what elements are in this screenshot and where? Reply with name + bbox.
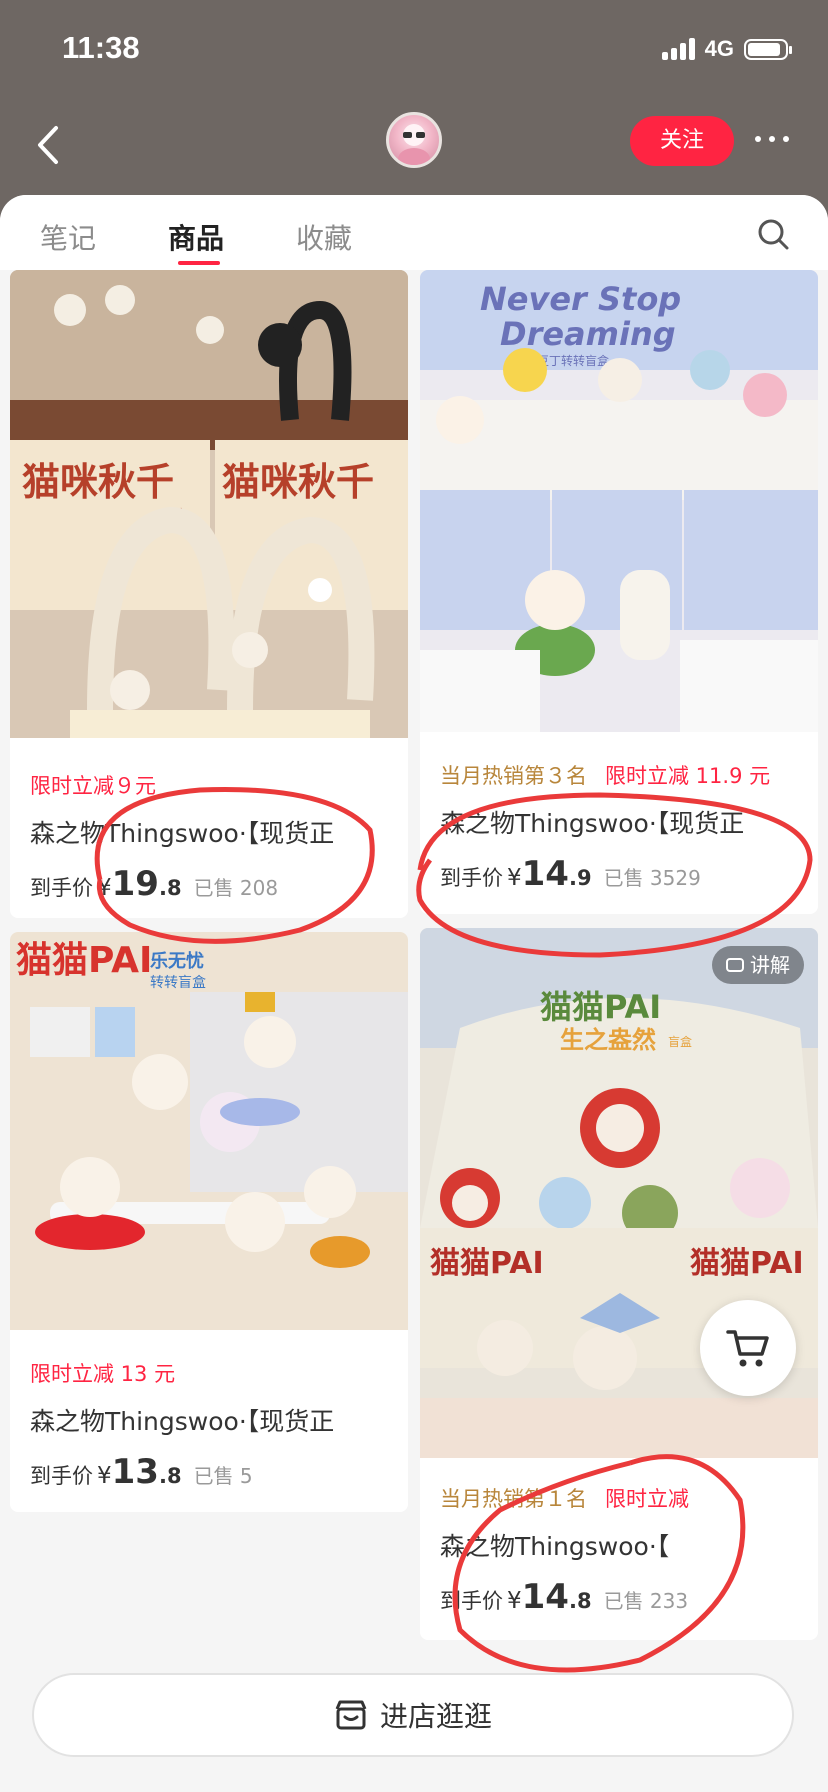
visit-store-button[interactable]: 进店逛逛 bbox=[32, 1673, 794, 1757]
tab-favorites[interactable]: 收藏 bbox=[296, 217, 352, 257]
price-row: 到手价 ¥19.8 已售 208 bbox=[30, 864, 279, 904]
store-icon bbox=[335, 1700, 367, 1730]
promo-text: 限时立减 13 元 bbox=[30, 1362, 176, 1386]
box-label-1: 猫咪秋千 bbox=[22, 460, 174, 504]
product-card-4[interactable]: 猫猫PAI 生之盎然 盲盒 猫猫PAI 猫猫PAI 讲解 当月热销第１名 限时立减… bbox=[420, 928, 818, 1640]
box-front-label-2: 猫猫PAI bbox=[690, 1246, 804, 1281]
box-subtitle: 生之盎然 bbox=[560, 1026, 656, 1054]
tab-notes[interactable]: 笔记 bbox=[40, 217, 96, 257]
tab-bar: 笔记 商品 收藏 bbox=[0, 195, 828, 270]
product-card-1[interactable]: 猫咪秋千 猫咪秋千 盲盒 限时立减９元 森之物Thingswoo·【现货正 到手… bbox=[10, 270, 408, 918]
battery-icon bbox=[744, 38, 792, 60]
product-image-1[interactable]: 猫咪秋千 猫咪秋千 盲盒 bbox=[10, 270, 408, 738]
product-title: 森之物Thingswoo·【现货正 bbox=[30, 819, 335, 848]
signal-icon bbox=[661, 38, 695, 60]
status-time: 11:38 bbox=[62, 30, 140, 65]
sold-count: 已售 5 bbox=[193, 1464, 253, 1488]
price-row: 到手价 ¥14.8 已售 233 bbox=[440, 1577, 689, 1617]
promo-text: 限时立减９元 bbox=[30, 774, 156, 798]
price-row: 到手价 ¥13.8 已售 5 bbox=[30, 1452, 253, 1492]
more-icon[interactable] bbox=[755, 136, 789, 142]
product-card-3[interactable]: 猫猫PAI 乐无忧 转转盲盒 限时立减 13 元 森之物Thingswoo·【现… bbox=[10, 932, 408, 1512]
status-bar: 11:38 4G bbox=[0, 0, 828, 100]
box-title-1: Never Stop bbox=[480, 280, 681, 318]
product-card-2[interactable]: Never Stop Dreaming 小豆丁转转盲盒 当月热销第３名 限时立减 … bbox=[420, 270, 818, 914]
product-title: 森之物Thingswoo·【现货正 bbox=[30, 1407, 335, 1436]
sold-count: 已售 233 bbox=[603, 1589, 689, 1613]
sold-count: 已售 208 bbox=[193, 876, 279, 900]
box-subtitle-2: 转转盲盒 bbox=[150, 974, 206, 991]
tab-active-indicator bbox=[178, 261, 220, 265]
product-image-3[interactable]: 猫猫PAI 乐无忧 转转盲盒 bbox=[10, 932, 408, 1330]
follow-button[interactable]: 关注 bbox=[630, 116, 734, 166]
status-indicators: 4G bbox=[661, 36, 792, 62]
promo-text: 当月热销第１名 限时立减 bbox=[440, 1487, 689, 1511]
box-subtitle-1: 乐无忧 bbox=[150, 950, 204, 972]
product-image-2[interactable]: Never Stop Dreaming 小豆丁转转盲盒 bbox=[420, 270, 818, 732]
box-label-2: 猫咪秋千 bbox=[222, 460, 374, 504]
tab-products[interactable]: 商品 bbox=[168, 217, 224, 257]
network-label: 4G bbox=[704, 36, 734, 61]
box-title: 猫猫PAI bbox=[540, 988, 661, 1026]
price-row: 到手价 ¥14.9 已售 3529 bbox=[440, 854, 701, 894]
avatar[interactable] bbox=[386, 112, 442, 168]
box-title: 猫猫PAI bbox=[16, 940, 152, 981]
visit-store-label: 进店逛逛 bbox=[379, 1700, 492, 1733]
box-sublabel: 盲盒 bbox=[668, 1034, 692, 1049]
sold-count: 已售 3529 bbox=[603, 866, 701, 890]
video-icon bbox=[726, 958, 744, 972]
box-title-2: Dreaming bbox=[500, 315, 676, 353]
profile-header: 关注 bbox=[0, 100, 828, 195]
bottom-bar: 进店逛逛 bbox=[0, 1640, 828, 1792]
cart-icon bbox=[726, 1330, 769, 1367]
cart-button[interactable] bbox=[700, 1300, 796, 1396]
back-icon[interactable] bbox=[30, 120, 70, 170]
box-front-label-1: 猫猫PAI bbox=[430, 1246, 544, 1281]
promo-text: 当月热销第３名 限时立减 11.9 元 bbox=[440, 764, 771, 788]
product-title: 森之物Thingswoo·【现货正 bbox=[440, 809, 745, 838]
explain-badge[interactable]: 讲解 bbox=[712, 946, 804, 984]
search-icon[interactable] bbox=[756, 217, 790, 251]
product-title: 森之物Thingswoo·【 bbox=[440, 1532, 670, 1561]
